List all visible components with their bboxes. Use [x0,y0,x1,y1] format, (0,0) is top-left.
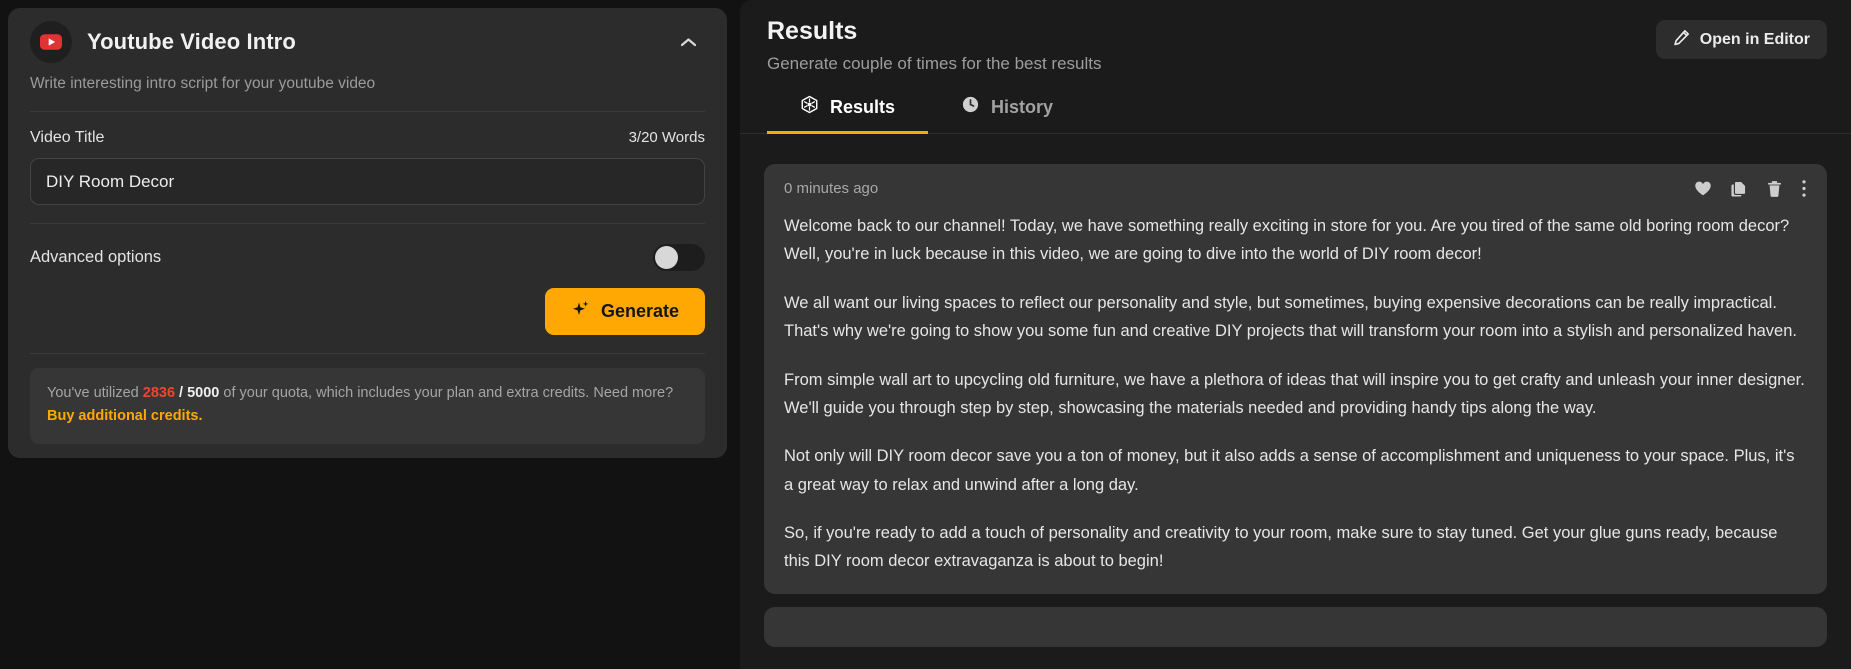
quota-separator: / [175,385,188,401]
quota-total: 5000 [187,385,220,401]
chevron-up-icon[interactable] [671,25,705,59]
results-panel: Results Generate couple of times for the… [740,0,1851,669]
generate-button[interactable]: Generate [544,288,705,335]
results-scroll-area[interactable]: 0 minutes ago Welcome back to our channe… [740,150,1851,669]
copy-icon[interactable] [1730,180,1748,198]
tab-results[interactable]: Results [767,90,929,134]
result-paragraph: Welcome back to our channel! Today, we h… [784,217,1790,264]
cube-icon [800,95,819,119]
page-title: Youtube Video Intro [87,29,296,54]
more-vertical-icon[interactable] [1801,179,1807,198]
app-root: Youtube Video Intro Write interesting in… [0,0,1851,669]
tab-history[interactable]: History [928,90,1086,134]
trash-icon[interactable] [1766,180,1783,198]
tab-history-label: History [991,96,1054,117]
generate-button-label: Generate [600,301,679,321]
divider-bottom [30,353,705,354]
open-in-editor-label: Open in Editor [1699,30,1810,48]
quota-used: 2836 [142,385,176,401]
word-count-label: 3/20 Words [628,129,705,146]
video-title-label: Video Title [30,129,105,146]
open-in-editor-button[interactable]: Open in Editor [1655,20,1827,59]
result-card-body: Welcome back to our channel! Today, we h… [784,212,1807,576]
results-tabs: Results History [740,90,1851,134]
advanced-options-label: Advanced options [30,248,162,266]
result-card-header: 0 minutes ago [784,179,1807,198]
quota-prefix: You've utilized [47,385,143,401]
generate-row: Generate [8,271,727,335]
result-card-next [764,606,1827,647]
toggle-knob [655,246,678,269]
clock-icon [961,95,980,119]
youtube-icon [30,21,72,63]
result-timestamp: 0 minutes ago [784,180,879,197]
result-paragraph: From simple wall art to upcycling old fu… [784,370,1805,417]
favorite-icon[interactable] [1694,180,1712,197]
video-title-field-row: Video Title 3/20 Words [8,112,727,147]
sparkles-icon [571,299,591,324]
result-card-actions [1694,179,1807,198]
video-title-input[interactable] [30,158,705,205]
result-paragraph: We all want our living spaces to reflect… [784,293,1797,341]
result-paragraph: So, if you're ready to add a touch of pe… [784,524,1778,571]
buy-credits-link[interactable]: Buy additional credits. [47,408,203,424]
result-paragraph: Not only will DIY room decor save you a … [784,447,1795,494]
pencil-icon [1673,29,1690,51]
form-card: Youtube Video Intro Write interesting in… [8,8,727,458]
form-column: Youtube Video Intro Write interesting in… [0,0,740,669]
form-subtitle: Write interesting intro script for your … [30,75,376,92]
form-header: Youtube Video Intro [8,8,727,63]
results-header: Results Generate couple of times for the… [740,0,1851,134]
tab-results-label: Results [830,96,896,117]
advanced-options-row: Advanced options [8,224,727,271]
quota-notice: You've utilized 2836 / 5000 of your quot… [30,368,705,444]
quota-middle: of your quota, which includes your plan … [219,385,674,401]
result-card: 0 minutes ago Welcome back to our channe… [764,164,1827,594]
advanced-options-toggle[interactable] [653,244,705,271]
